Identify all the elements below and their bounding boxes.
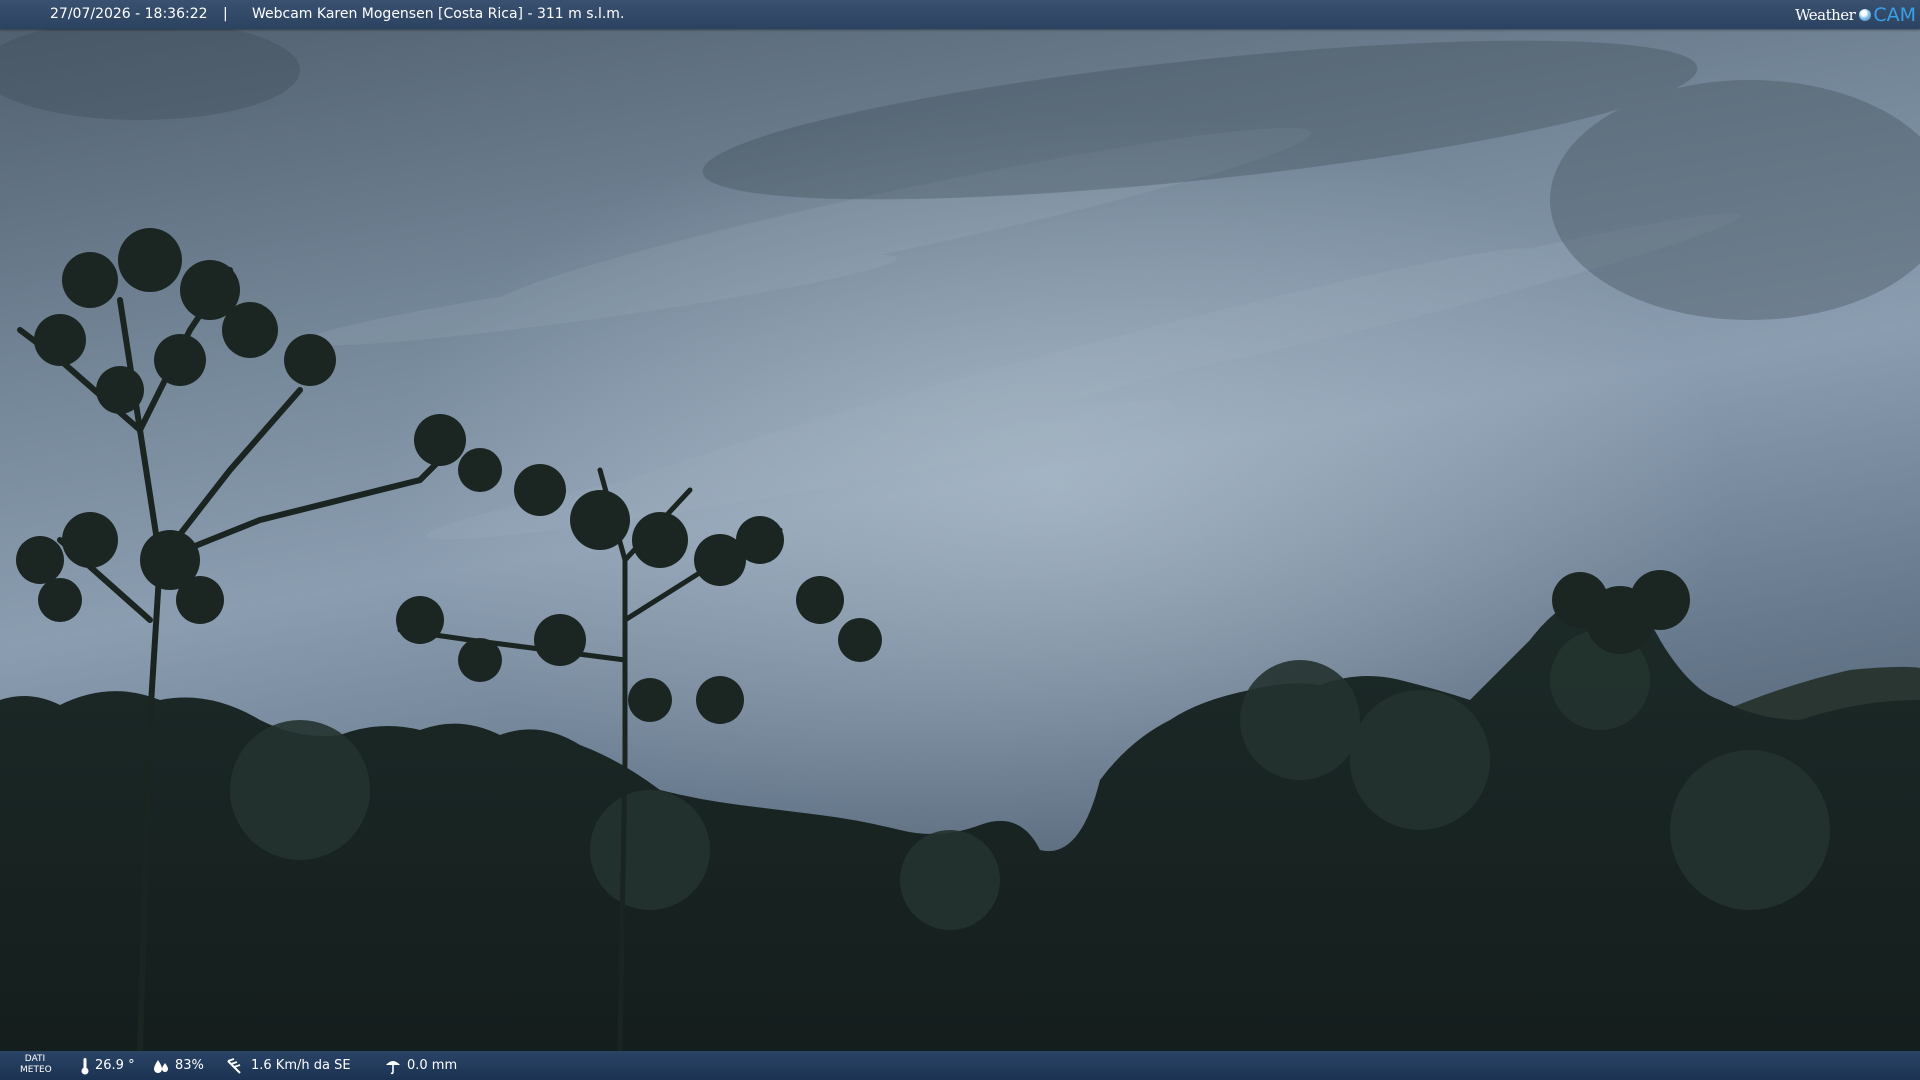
humidity-reading: 83% bbox=[152, 1051, 204, 1080]
thermometer-icon bbox=[81, 1057, 89, 1074]
temperature-value: 26.9 ° bbox=[95, 1058, 135, 1073]
weather-data-bar: DATI METEO 26.9 ° 83% 1.6 Km/h da SE 0.0… bbox=[0, 1051, 1920, 1080]
webcam-image bbox=[0, 0, 1920, 1080]
weathercam-logo[interactable]: Weather CAM bbox=[1795, 2, 1916, 28]
header-bar: 27/07/2026 - 18:36:22 | Webcam Karen Mog… bbox=[0, 0, 1920, 29]
wind-reading: 1.6 Km/h da SE bbox=[226, 1051, 351, 1080]
logo-globe-icon bbox=[1859, 9, 1872, 21]
webcam-title: Webcam Karen Mogensen [Costa Rica] - 311… bbox=[252, 6, 625, 22]
timestamp: 27/07/2026 - 18:36:22 bbox=[50, 6, 208, 22]
logo-text-weather: Weather bbox=[1795, 5, 1856, 24]
label-line-1: DATI bbox=[24, 1054, 46, 1064]
header-separator: | bbox=[223, 6, 228, 22]
label-line-2: METEO bbox=[20, 1065, 52, 1075]
rain-umbrella-icon bbox=[386, 1060, 400, 1074]
logo-text-cam: CAM bbox=[1873, 3, 1916, 26]
rain-value: 0.0 mm bbox=[407, 1058, 458, 1073]
weather-data-label: DATI METEO bbox=[20, 1054, 52, 1076]
temperature-reading: 26.9 ° bbox=[80, 1051, 135, 1080]
humidity-drops-icon bbox=[154, 1059, 168, 1073]
humidity-value: 83% bbox=[175, 1058, 204, 1073]
rain-reading: 0.0 mm bbox=[384, 1051, 457, 1080]
wind-icon bbox=[227, 1057, 241, 1074]
wind-value: 1.6 Km/h da SE bbox=[251, 1058, 351, 1073]
